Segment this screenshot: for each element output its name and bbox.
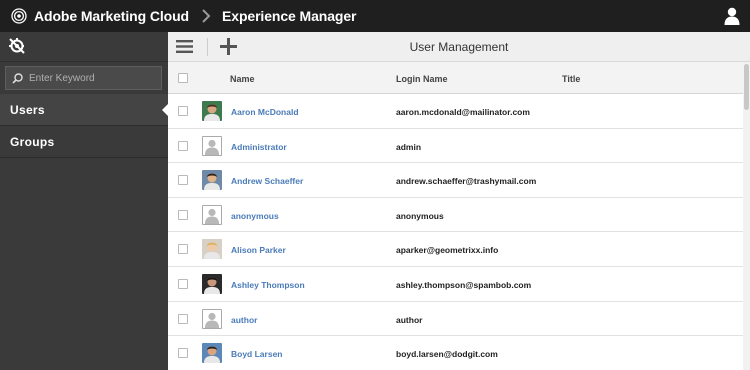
sidebar-item-label: Users (10, 102, 45, 117)
user-name-link[interactable]: author (231, 315, 257, 325)
sidebar-item-label: Groups (10, 134, 55, 149)
main-panel: User Management Name Login Name Title Aa… (168, 32, 750, 370)
marketing-cloud-logo-icon[interactable] (11, 8, 27, 24)
row-checkbox[interactable] (178, 313, 188, 324)
table-header: Name Login Name Title (168, 62, 750, 94)
row-checkbox[interactable] (178, 106, 188, 116)
login-name: author (396, 314, 423, 325)
user-name-link[interactable]: Boyd Larsen (231, 349, 283, 359)
user-profile-icon[interactable] (724, 7, 740, 25)
rail-header (0, 32, 168, 62)
login-name: ashley.thompson@spambob.com (396, 279, 532, 290)
search-box[interactable] (5, 66, 162, 90)
search-input[interactable] (29, 72, 149, 84)
avatar (202, 273, 222, 294)
user-name-link[interactable]: Andrew Schaeffer (231, 176, 303, 186)
column-header-name[interactable]: Name (230, 74, 255, 84)
avatar (202, 170, 222, 191)
row-checkbox[interactable] (178, 140, 188, 151)
column-header-login-name[interactable]: Login Name (396, 74, 448, 84)
login-name: aparker@geometrixx.info (396, 245, 499, 256)
login-name: anonymous (396, 210, 444, 221)
login-name: andrew.schaeffer@trashymail.com (396, 176, 537, 187)
login-name: admin (396, 141, 422, 152)
avatar-placeholder-icon (202, 204, 222, 225)
select-all-checkbox[interactable] (178, 73, 188, 83)
table-row[interactable]: Boyd Larsen boyd.larsen@dodgit.com (168, 336, 750, 370)
table-row[interactable]: Andrew Schaeffer andrew.schaeffer@trashym… (168, 163, 750, 198)
scrollbar-thumb[interactable] (744, 64, 749, 110)
row-checkbox[interactable] (178, 244, 188, 255)
user-name-link[interactable]: Administrator (231, 142, 287, 152)
row-checkbox[interactable] (178, 278, 188, 289)
search-container (0, 62, 168, 94)
tools-icon[interactable] (8, 37, 26, 55)
avatar (202, 101, 222, 121)
toolbar: User Management (168, 32, 750, 62)
table-row[interactable]: author author (168, 302, 750, 337)
avatar (202, 343, 222, 364)
table-row[interactable]: Ashley Thompson ashley.thompson@spambob.c… (168, 267, 750, 302)
sidebar-item-groups[interactable]: Groups (0, 126, 168, 158)
column-header-title[interactable]: Title (562, 74, 580, 84)
avatar-placeholder-icon (202, 308, 222, 329)
login-name: aaron.mcdonald@mailinator.com (396, 107, 530, 117)
row-checkbox[interactable] (178, 175, 188, 186)
brand-title[interactable]: Adobe Marketing Cloud (34, 8, 189, 24)
product-title[interactable]: Experience Manager (222, 8, 356, 24)
user-name-link[interactable]: Aaron McDonald (231, 107, 299, 117)
table-row[interactable]: Aaron McDonald aaron.mcdonald@mailinator.… (168, 94, 750, 129)
row-checkbox[interactable] (178, 348, 188, 359)
user-name-link[interactable]: Ashley Thompson (231, 280, 305, 290)
search-icon (12, 72, 23, 84)
row-checkbox[interactable] (178, 209, 188, 220)
table-row[interactable]: Alison Parker aparker@geometrixx.info (168, 232, 750, 267)
login-name: boyd.larsen@dodgit.com (396, 349, 498, 360)
page-title: User Management (409, 40, 509, 54)
user-name-link[interactable]: anonymous (231, 211, 279, 221)
table-row[interactable]: anonymous anonymous (168, 198, 750, 233)
avatar (202, 239, 222, 260)
user-list: Aaron McDonald aaron.mcdonald@mailinator.… (168, 94, 750, 370)
avatar-placeholder-icon (202, 135, 222, 156)
table-row[interactable]: Administrator admin (168, 129, 750, 164)
chevron-right-icon (202, 9, 211, 23)
sidebar: Users Groups (0, 32, 168, 370)
user-name-link[interactable]: Alison Parker (231, 245, 286, 255)
top-bar: Adobe Marketing Cloud Experience Manager (0, 0, 750, 32)
sidebar-item-users[interactable]: Users (0, 94, 168, 126)
